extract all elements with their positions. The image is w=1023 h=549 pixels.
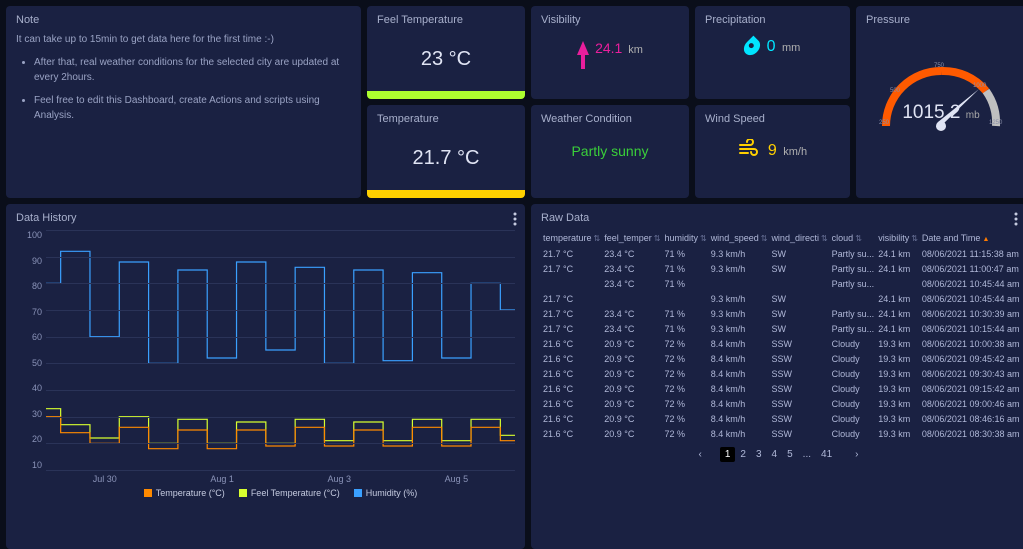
arrow-up-icon bbox=[577, 41, 589, 55]
table-row[interactable]: 21.6 °C20.9 °C72 %8.4 km/hSSWCloudy19.3 … bbox=[541, 381, 1022, 396]
pager-page[interactable]: 4 bbox=[767, 447, 783, 462]
table-row[interactable]: 21.7 °C9.3 km/hSW24.1 km08/06/2021 10:45… bbox=[541, 291, 1022, 306]
col-feel_temper[interactable]: feel_temper bbox=[602, 230, 662, 246]
visibility-value: 24.1 bbox=[595, 40, 622, 56]
pressure-card: Pressure 250 500 750 1000 1250 1015.2 bbox=[856, 6, 1023, 198]
table-row[interactable]: 21.6 °C20.9 °C72 %8.4 km/hSSWCloudy19.3 … bbox=[541, 351, 1022, 366]
wind-icon bbox=[738, 139, 760, 162]
pressure-unit: mb bbox=[966, 110, 980, 121]
note-title: Note bbox=[16, 14, 351, 26]
y-tick: 60 bbox=[16, 332, 42, 342]
svg-text:500: 500 bbox=[890, 88, 901, 94]
pager-prev[interactable]: ‹ bbox=[694, 447, 707, 462]
temp-value: 21.7 °C bbox=[413, 135, 480, 182]
table-row[interactable]: 21.7 °C23.4 °C71 %9.3 km/hSWPartly su...… bbox=[541, 261, 1022, 276]
data-history-title: Data History bbox=[16, 212, 515, 224]
table-row[interactable]: 21.6 °C20.9 °C72 %8.4 km/hSSWCloudy19.3 … bbox=[541, 366, 1022, 381]
temp-card: Temperature 21.7 °C bbox=[367, 105, 525, 198]
legend-hum[interactable]: Humidity (%) bbox=[354, 488, 418, 498]
raw-data-card: Raw Data temperaturefeel_temperhumidityw… bbox=[531, 204, 1023, 549]
table-row[interactable]: 23.4 °C71 %Partly su...08/06/2021 10:45:… bbox=[541, 276, 1022, 291]
wind-value: 9 bbox=[768, 142, 777, 159]
feel-temp-title: Feel Temperature bbox=[377, 14, 463, 26]
weather-card: Weather Condition Partly sunny bbox=[531, 105, 689, 198]
col-wind_speed[interactable]: wind_speed bbox=[709, 230, 770, 246]
y-tick: 70 bbox=[16, 307, 42, 317]
pressure-title: Pressure bbox=[866, 14, 1016, 26]
pager-next[interactable]: › bbox=[850, 447, 863, 462]
more-icon[interactable] bbox=[1014, 212, 1018, 226]
col-Date-and-Time[interactable]: Date and Time bbox=[920, 230, 1022, 246]
y-tick: 20 bbox=[16, 434, 42, 444]
svg-text:1250: 1250 bbox=[989, 120, 1003, 126]
pager-page[interactable]: 2 bbox=[735, 447, 751, 462]
table-row[interactable]: 21.6 °C20.9 °C72 %8.4 km/hSSWCloudy19.3 … bbox=[541, 336, 1022, 351]
visibility-unit: km bbox=[628, 44, 643, 56]
pager-page[interactable]: 3 bbox=[751, 447, 767, 462]
wind-card: Wind Speed 9 km/h bbox=[695, 105, 850, 198]
table-row[interactable]: 21.7 °C23.4 °C71 %9.3 km/hSWPartly su...… bbox=[541, 321, 1022, 336]
table-row[interactable]: 21.6 °C20.9 °C72 %8.4 km/hSSWCloudy19.3 … bbox=[541, 426, 1022, 441]
table-row[interactable]: 21.6 °C20.9 °C72 %8.4 km/hSSWCloudy19.3 … bbox=[541, 396, 1022, 411]
legend-temp[interactable]: Temperature (°C) bbox=[144, 488, 225, 498]
col-cloud[interactable]: cloud bbox=[830, 230, 877, 246]
col-temperature[interactable]: temperature bbox=[541, 230, 602, 246]
precipitation-unit: mm bbox=[782, 42, 800, 54]
visibility-card: Visibility 24.1 km bbox=[531, 6, 689, 99]
more-icon[interactable] bbox=[513, 212, 517, 226]
visibility-title: Visibility bbox=[541, 14, 679, 26]
note-bullet: Feel free to edit this Dashboard, create… bbox=[34, 93, 351, 123]
y-tick: 90 bbox=[16, 256, 42, 266]
col-wind_directi[interactable]: wind_directi bbox=[769, 230, 829, 246]
pager-page[interactable]: 5 bbox=[782, 447, 798, 462]
note-intro: It can take up to 15min to get data here… bbox=[16, 32, 351, 47]
wind-unit: km/h bbox=[783, 146, 807, 158]
precipitation-card: Precipitation 0 mm bbox=[695, 6, 850, 99]
y-tick: 100 bbox=[16, 230, 42, 240]
svg-text:750: 750 bbox=[934, 63, 945, 69]
x-tick: Aug 5 bbox=[445, 474, 469, 484]
table-row[interactable]: 21.6 °C20.9 °C72 %8.4 km/hSSWCloudy19.3 … bbox=[541, 411, 1022, 426]
svg-text:250: 250 bbox=[879, 120, 890, 126]
note-card: Note It can take up to 15min to get data… bbox=[6, 6, 361, 198]
temp-title: Temperature bbox=[377, 113, 439, 125]
y-tick: 40 bbox=[16, 383, 42, 393]
y-tick: 50 bbox=[16, 358, 42, 368]
droplet-icon bbox=[740, 36, 763, 59]
raw-data-table: temperaturefeel_temperhumiditywind_speed… bbox=[541, 230, 1022, 441]
precipitation-title: Precipitation bbox=[705, 14, 840, 26]
wind-title: Wind Speed bbox=[705, 113, 840, 125]
col-humidity[interactable]: humidity bbox=[662, 230, 708, 246]
y-tick: 80 bbox=[16, 281, 42, 291]
legend-feel[interactable]: Feel Temperature (°C) bbox=[239, 488, 340, 498]
table-row[interactable]: 21.7 °C23.4 °C71 %9.3 km/hSWPartly su...… bbox=[541, 246, 1022, 261]
weather-value: Partly sunny bbox=[541, 143, 679, 159]
pressure-gauge: 250 500 750 1000 1250 1015.2 mb bbox=[866, 36, 1016, 126]
feel-temp-card: Feel Temperature 23 °C bbox=[367, 6, 525, 99]
y-tick: 30 bbox=[16, 409, 42, 419]
data-history-card: Data History 100 90 80 70 60 50 40 30 20 10 Jul 3… bbox=[6, 204, 525, 549]
raw-data-title: Raw Data bbox=[541, 212, 1016, 224]
pager-page[interactable]: 41 bbox=[816, 447, 837, 462]
note-bullet: After that, real weather conditions for … bbox=[34, 55, 351, 85]
pager: ‹ 12345...41 › bbox=[541, 447, 1016, 462]
x-tick: Aug 3 bbox=[328, 474, 352, 484]
precipitation-value: 0 bbox=[767, 38, 776, 55]
table-row[interactable]: 21.7 °C23.4 °C71 %9.3 km/hSWPartly su...… bbox=[541, 306, 1022, 321]
feel-temp-value: 23 °C bbox=[421, 36, 471, 83]
x-tick: Aug 1 bbox=[210, 474, 234, 484]
pressure-value: 1015.2 bbox=[902, 102, 960, 123]
pager-page[interactable]: 1 bbox=[720, 447, 736, 462]
pager-page[interactable]: ... bbox=[798, 447, 816, 462]
y-tick: 10 bbox=[16, 460, 42, 470]
x-tick: Jul 30 bbox=[93, 474, 117, 484]
svg-text:1000: 1000 bbox=[973, 83, 987, 89]
col-visibility[interactable]: visibility bbox=[876, 230, 920, 246]
weather-title: Weather Condition bbox=[541, 113, 679, 125]
